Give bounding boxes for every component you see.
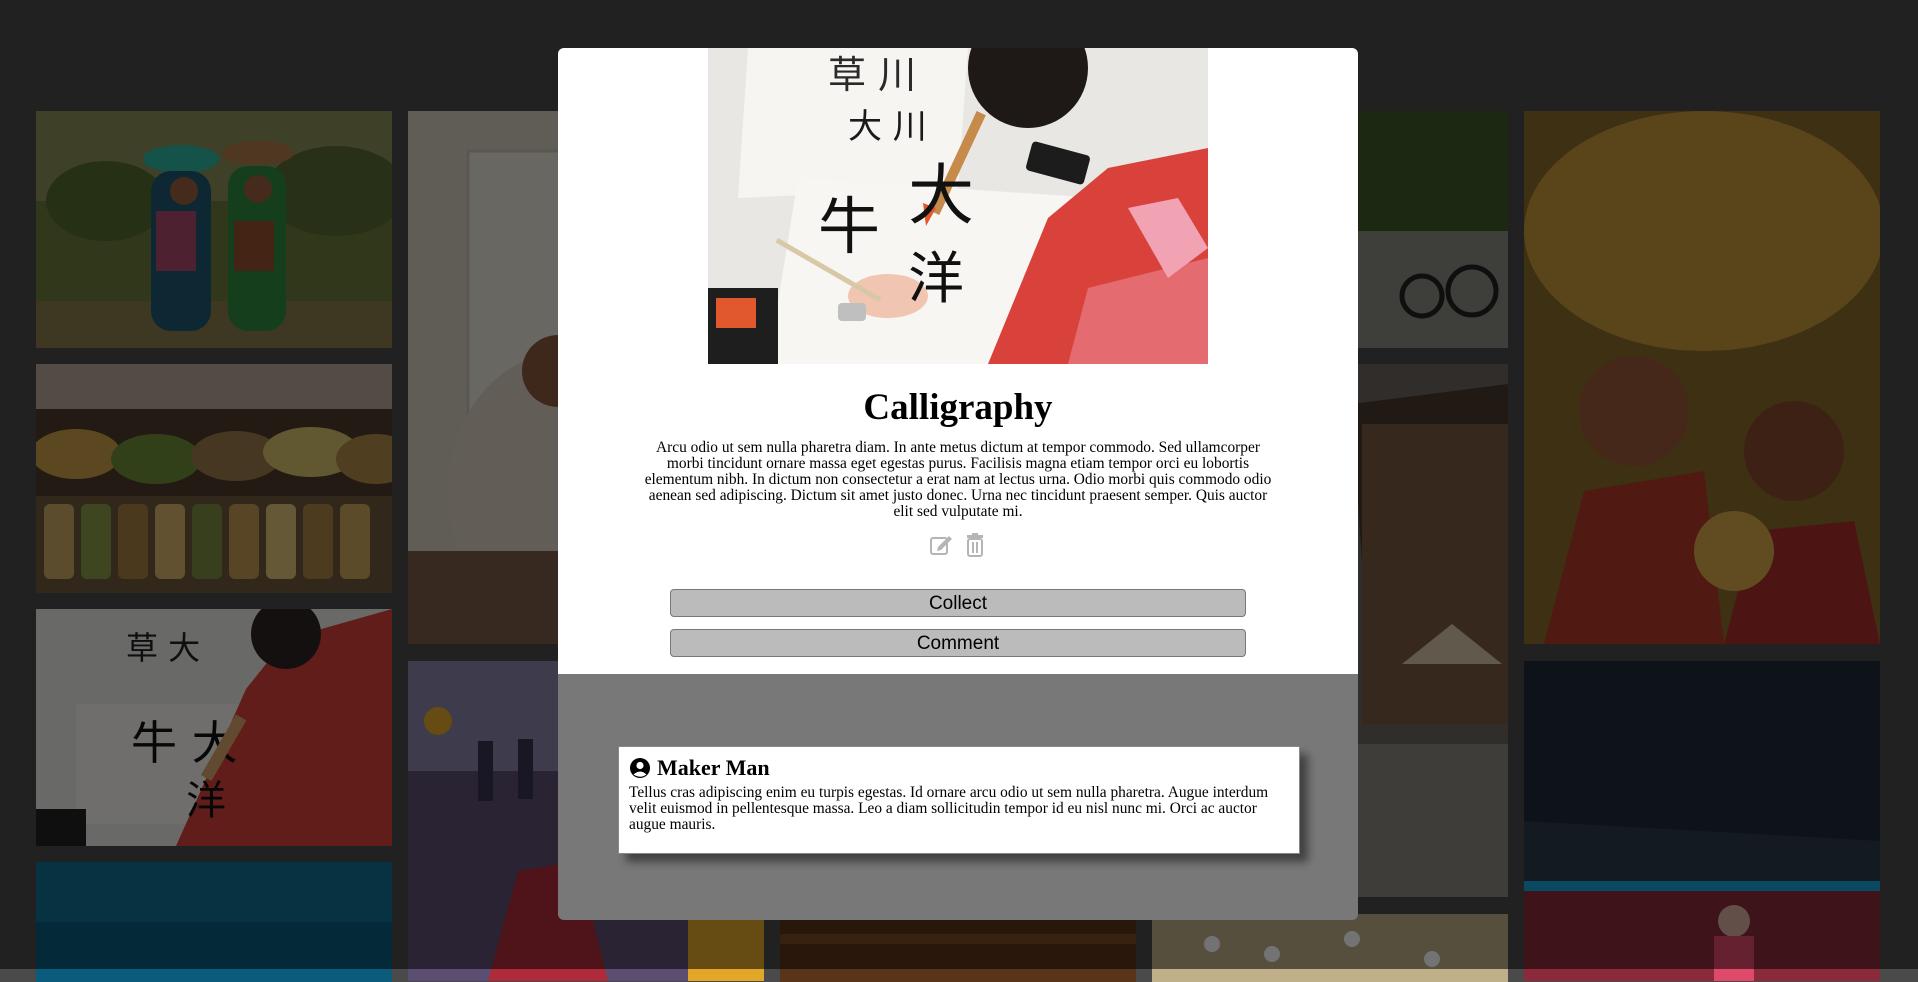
comment-author-name: Maker Man [657, 755, 770, 780]
svg-text:洋: 洋 [908, 247, 964, 312]
comment-text: Tellus cras adipiscing enim eu turpis eg… [629, 784, 1269, 833]
user-circle-icon [630, 758, 650, 778]
svg-text:大: 大 [908, 157, 974, 234]
trash-icon[interactable] [962, 532, 988, 558]
comment-button[interactable]: Comment [670, 629, 1246, 657]
post-detail-panel: 草 川 大 川 牛 大 洋 Calligraphy Arcu odio ut s… [558, 48, 1358, 674]
svg-text:草 川: 草 川 [828, 53, 916, 97]
collect-button[interactable]: Collect [670, 589, 1246, 617]
post-description: Arcu odio ut sem nulla pharetra diam. In… [644, 439, 1272, 520]
comment-card: Maker Man Tellus cras adipiscing enim eu… [618, 746, 1300, 854]
edit-icon[interactable] [928, 532, 954, 558]
post-title: Calligraphy [863, 387, 1053, 428]
post-detail-modal: 草 川 大 川 牛 大 洋 Calligraphy Arcu odio ut s… [558, 48, 1358, 920]
post-image: 草 川 大 川 牛 大 洋 [708, 48, 1208, 364]
post-actions [558, 532, 1358, 558]
svg-text:大 川: 大 川 [848, 107, 927, 147]
comment-author: Maker Man [629, 755, 770, 781]
svg-text:牛: 牛 [818, 190, 880, 263]
